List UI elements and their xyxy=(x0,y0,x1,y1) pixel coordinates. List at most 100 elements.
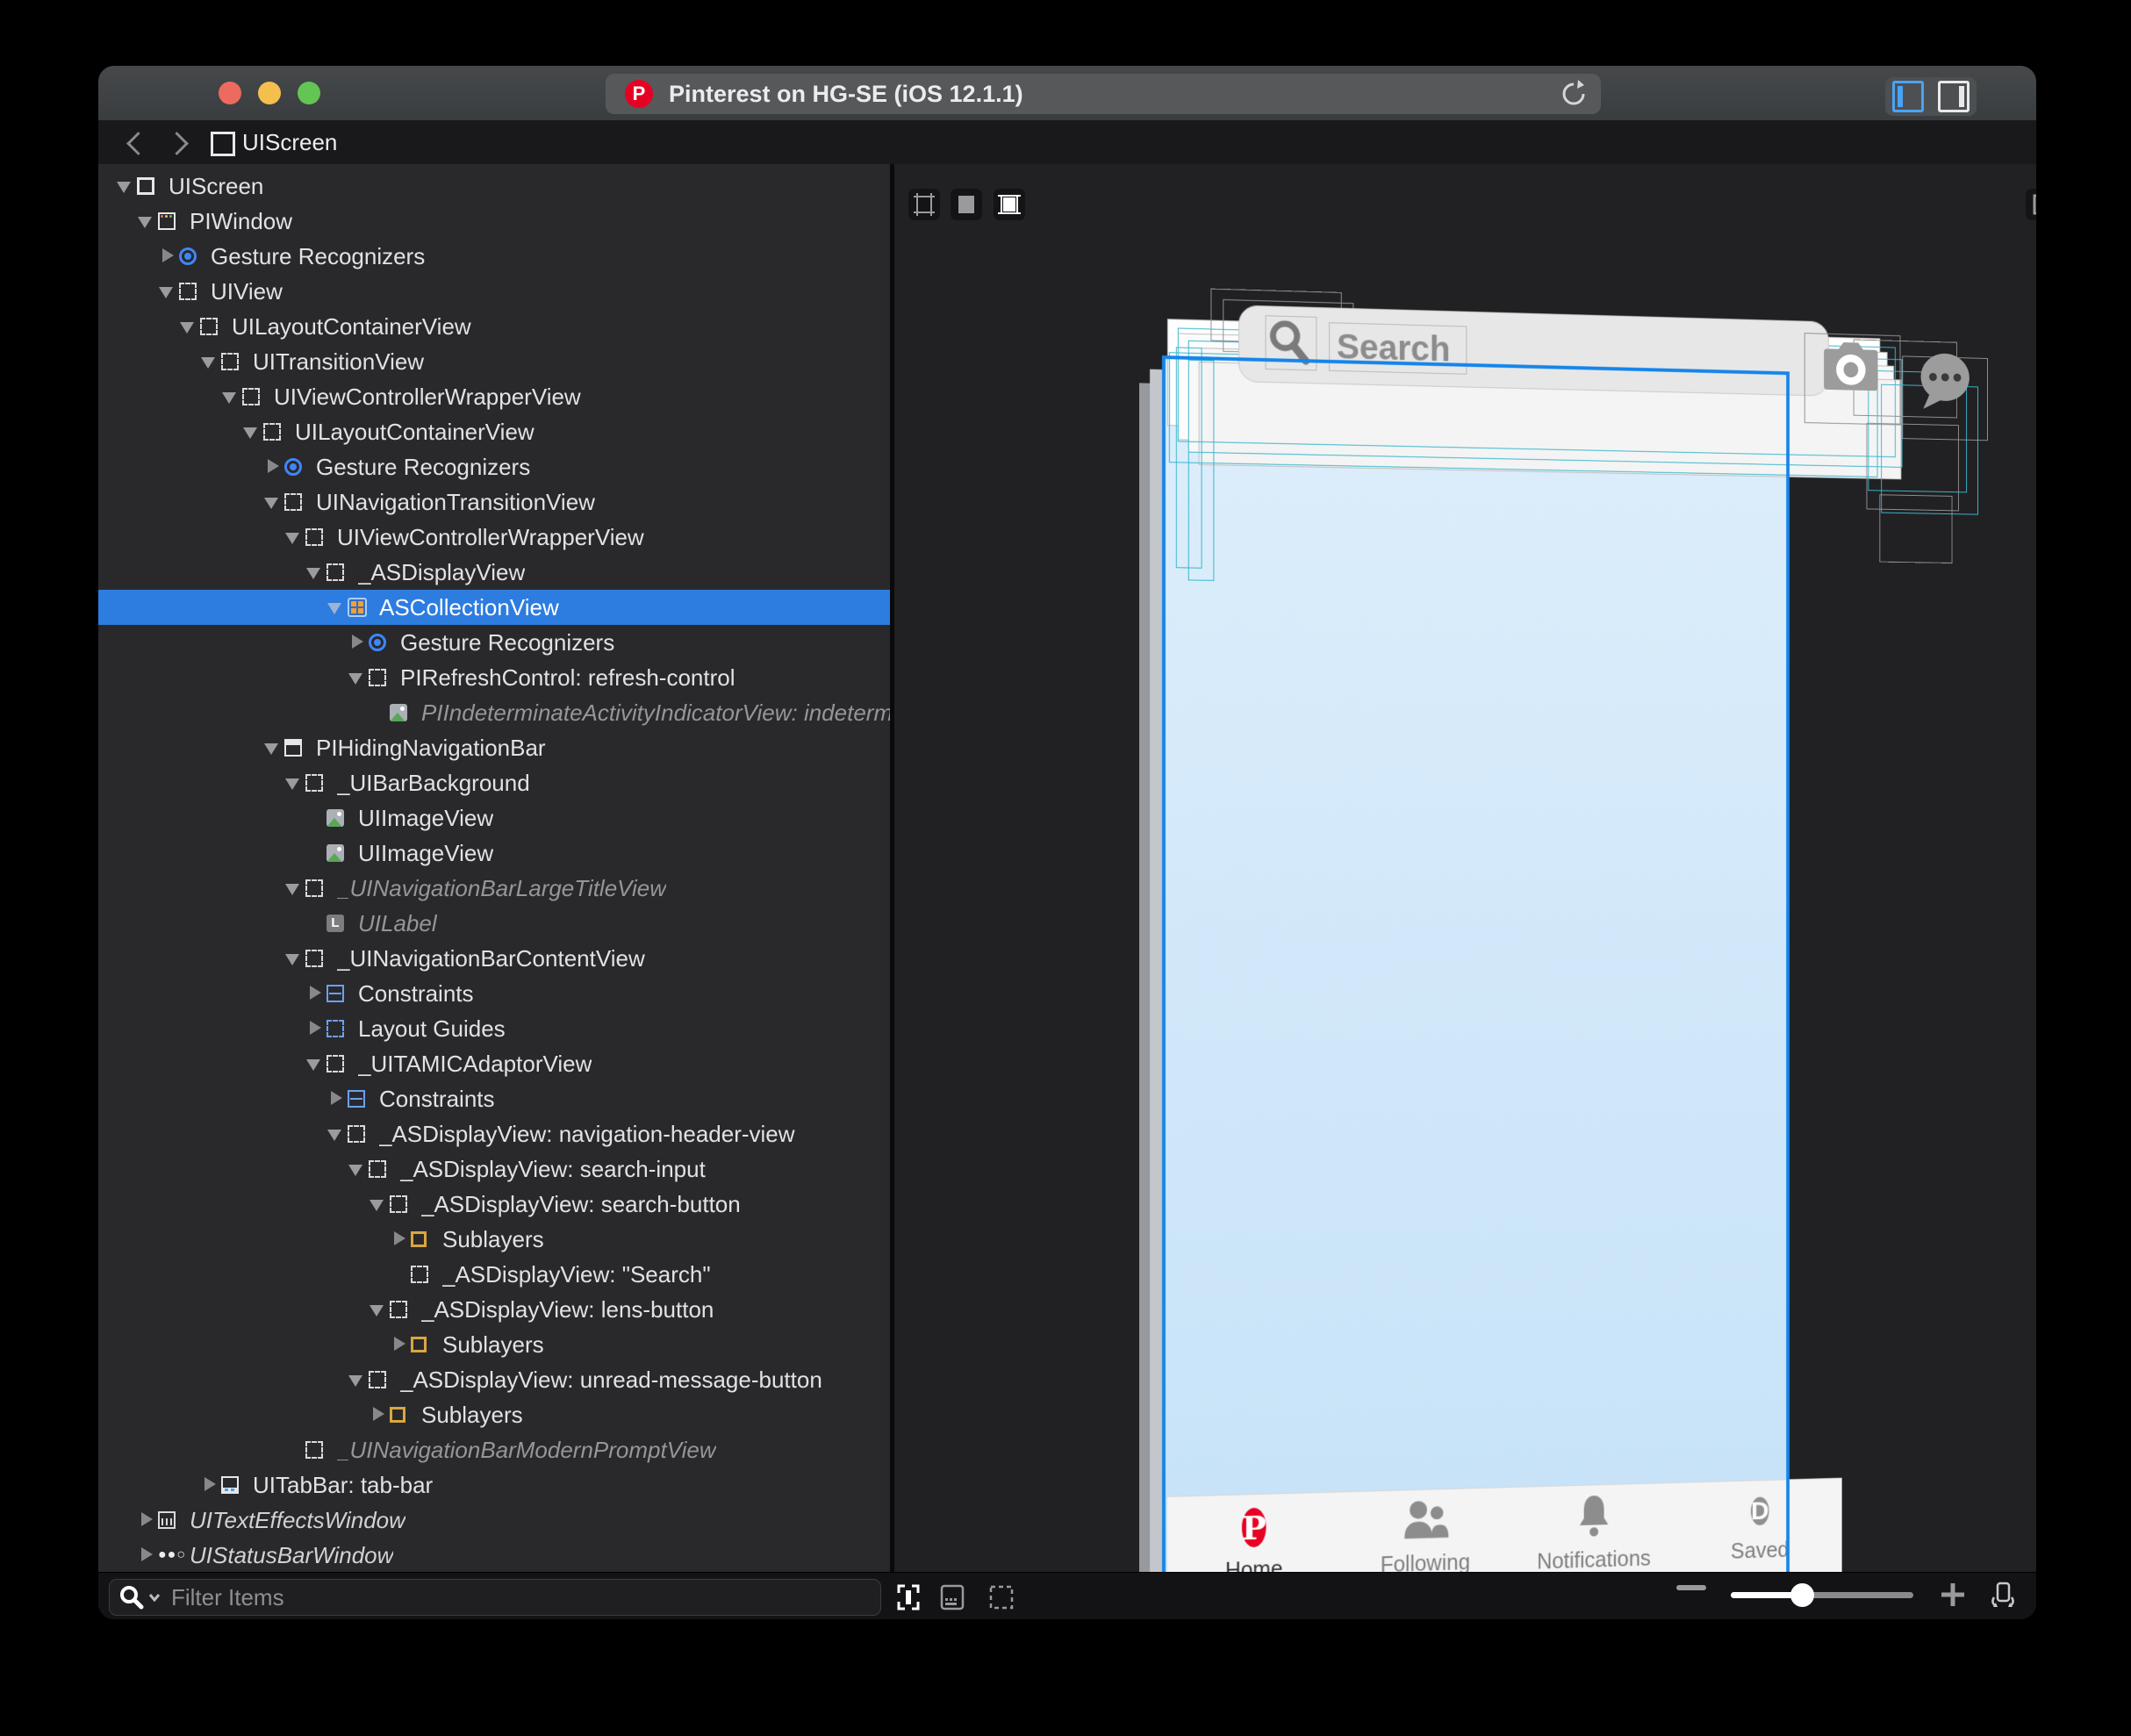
tree-row[interactable]: Sublayers xyxy=(98,1327,890,1362)
tree-row[interactable]: Gesture Recognizers xyxy=(98,239,890,274)
disclosure-triangle[interactable] xyxy=(304,561,326,584)
disclosure-triangle[interactable] xyxy=(262,491,284,513)
tree-row[interactable]: _ASDisplayView: search-button xyxy=(98,1187,890,1222)
keyboard-toggle[interactable] xyxy=(937,1582,967,1612)
disclosure-triangle[interactable] xyxy=(156,245,179,268)
tree-row[interactable]: UITextEffectsWindow xyxy=(98,1503,890,1538)
tree-row[interactable]: _ASDisplayView: search-input xyxy=(98,1151,890,1187)
preview-canvas[interactable]: Search PHomeFol xyxy=(894,164,2036,1572)
tree-row[interactable]: UILayoutContainerView xyxy=(98,309,890,344)
tree-row[interactable]: Gesture Recognizers xyxy=(98,449,890,484)
tree-row[interactable]: Constraints xyxy=(98,1081,890,1116)
frame-outline-toggle[interactable] xyxy=(893,1582,923,1612)
disclosure-triangle[interactable] xyxy=(304,1017,326,1040)
zoom-button[interactable] xyxy=(298,82,320,104)
tree-row[interactable]: Sublayers xyxy=(98,1397,890,1432)
breadcrumb-item[interactable]: UIScreen xyxy=(242,120,337,164)
tree-row[interactable]: PIWindow xyxy=(98,204,890,239)
tree-row[interactable]: PIIndeterminateActivityIndicatorView: in… xyxy=(98,695,890,730)
forward-chevron-icon[interactable] xyxy=(165,132,189,155)
zoom-slider-thumb[interactable] xyxy=(1790,1583,1814,1607)
disclosure-triangle[interactable] xyxy=(325,1123,348,1145)
disclosure-triangle[interactable] xyxy=(304,1052,326,1075)
combined-mode-button[interactable] xyxy=(994,189,1025,220)
tab-notifications[interactable]: Notifications xyxy=(1510,1483,1677,1572)
disclosure-triangle[interactable] xyxy=(283,771,305,794)
tree-row[interactable]: _UINavigationBarContentView xyxy=(98,941,890,976)
filter-input[interactable] xyxy=(169,1583,787,1612)
tree-row[interactable]: UILayoutContainerView xyxy=(98,414,890,449)
selection-box-toggle[interactable] xyxy=(987,1582,1016,1612)
disclosure-triangle[interactable] xyxy=(304,982,326,1005)
tree-row[interactable]: UIImageView xyxy=(98,800,890,836)
tree-row[interactable]: ●●○UIStatusBarWindow xyxy=(98,1538,890,1572)
disclosure-triangle[interactable] xyxy=(177,315,200,338)
disclosure-triangle[interactable] xyxy=(135,1544,158,1567)
disclosure-triangle[interactable] xyxy=(198,1474,221,1496)
zoom-in-button[interactable] xyxy=(1938,1580,1968,1610)
disclosure-triangle[interactable] xyxy=(283,877,305,900)
content-mode-button[interactable] xyxy=(951,189,982,220)
camera-button[interactable] xyxy=(1820,339,1881,400)
tree-row[interactable]: UIViewControllerWrapperView xyxy=(98,520,890,555)
zoom-out-button[interactable] xyxy=(1676,1585,1706,1590)
left-panel-toggle[interactable] xyxy=(1885,77,1931,116)
disclosure-triangle[interactable] xyxy=(283,526,305,549)
disclosure-triangle[interactable] xyxy=(135,210,158,233)
tree-row[interactable]: _UINavigationBarModernPromptView xyxy=(98,1432,890,1467)
disclosure-triangle[interactable] xyxy=(388,1228,411,1251)
disclosure-triangle[interactable] xyxy=(325,596,348,619)
disclosure-triangle[interactable] xyxy=(283,947,305,970)
disclosure-triangle[interactable] xyxy=(346,1368,369,1391)
messages-button[interactable] xyxy=(1919,351,1972,412)
tab-home[interactable]: PHome xyxy=(1167,1492,1340,1572)
close-button[interactable] xyxy=(219,82,241,104)
search-bar[interactable]: Search xyxy=(1238,305,1829,396)
tree-row[interactable]: PIHidingNavigationBar xyxy=(98,730,890,765)
flat-view-button[interactable] xyxy=(2026,189,2036,220)
tree-row[interactable]: UIViewControllerWrapperView xyxy=(98,379,890,414)
disclosure-triangle[interactable] xyxy=(114,175,137,197)
tree-row[interactable]: Sublayers xyxy=(98,1222,890,1257)
tab-saved[interactable]: DSaved xyxy=(1677,1479,1842,1572)
tree-row[interactable]: UIScreen xyxy=(98,169,890,204)
tree-row[interactable]: UINavigationTransitionView xyxy=(98,484,890,520)
back-chevron-icon[interactable] xyxy=(126,132,150,155)
tree-row[interactable]: LUILabel xyxy=(98,906,890,941)
tab-following[interactable]: Following xyxy=(1340,1488,1510,1572)
disclosure-triangle[interactable] xyxy=(367,1298,390,1321)
wireframe-mode-button[interactable] xyxy=(908,189,940,220)
minimize-button[interactable] xyxy=(258,82,281,104)
right-panel-toggle[interactable] xyxy=(1931,77,1977,116)
tree-row[interactable]: Gesture Recognizers xyxy=(98,625,890,660)
tree-row[interactable]: Constraints xyxy=(98,976,890,1011)
disclosure-triangle[interactable] xyxy=(346,1158,369,1180)
tree-row[interactable]: _UITAMICAdaptorView xyxy=(98,1046,890,1081)
reload-icon[interactable] xyxy=(1559,79,1589,109)
tree-row[interactable]: Layout Guides xyxy=(98,1011,890,1046)
disclosure-triangle[interactable] xyxy=(135,1509,158,1532)
tree-row[interactable]: UIView xyxy=(98,274,890,309)
disclosure-triangle[interactable] xyxy=(388,1333,411,1356)
tree-row[interactable]: _UINavigationBarLargeTitleView xyxy=(98,871,890,906)
tree-row[interactable]: _ASDisplayView: navigation-header-view xyxy=(98,1116,890,1151)
tree-row[interactable]: _UIBarBackground xyxy=(98,765,890,800)
tree-row[interactable]: _ASDisplayView: lens-button xyxy=(98,1292,890,1327)
disclosure-triangle[interactable] xyxy=(240,420,263,443)
disclosure-triangle[interactable] xyxy=(346,666,369,689)
zoom-slider[interactable] xyxy=(1731,1592,1913,1598)
rotate-device-icon[interactable] xyxy=(1985,1578,2020,1613)
disclosure-triangle[interactable] xyxy=(367,1193,390,1216)
tree-row[interactable]: PIRefreshControl: refresh-control xyxy=(98,660,890,695)
disclosure-triangle[interactable] xyxy=(367,1403,390,1426)
disclosure-triangle[interactable] xyxy=(262,456,284,478)
tree-row[interactable]: UITabBar: tab-bar xyxy=(98,1467,890,1503)
tree-row[interactable]: _ASDisplayView: unread-message-button xyxy=(98,1362,890,1397)
tree-row[interactable]: UITransitionView xyxy=(98,344,890,379)
disclosure-triangle[interactable] xyxy=(262,736,284,759)
tree-row[interactable]: _ASDisplayView xyxy=(98,555,890,590)
filter-options-chevron-icon[interactable] xyxy=(148,1593,161,1602)
exploded-view-scene[interactable]: Search PHomeFol xyxy=(1162,301,1854,1572)
disclosure-triangle[interactable] xyxy=(219,385,242,408)
disclosure-triangle[interactable] xyxy=(198,350,221,373)
